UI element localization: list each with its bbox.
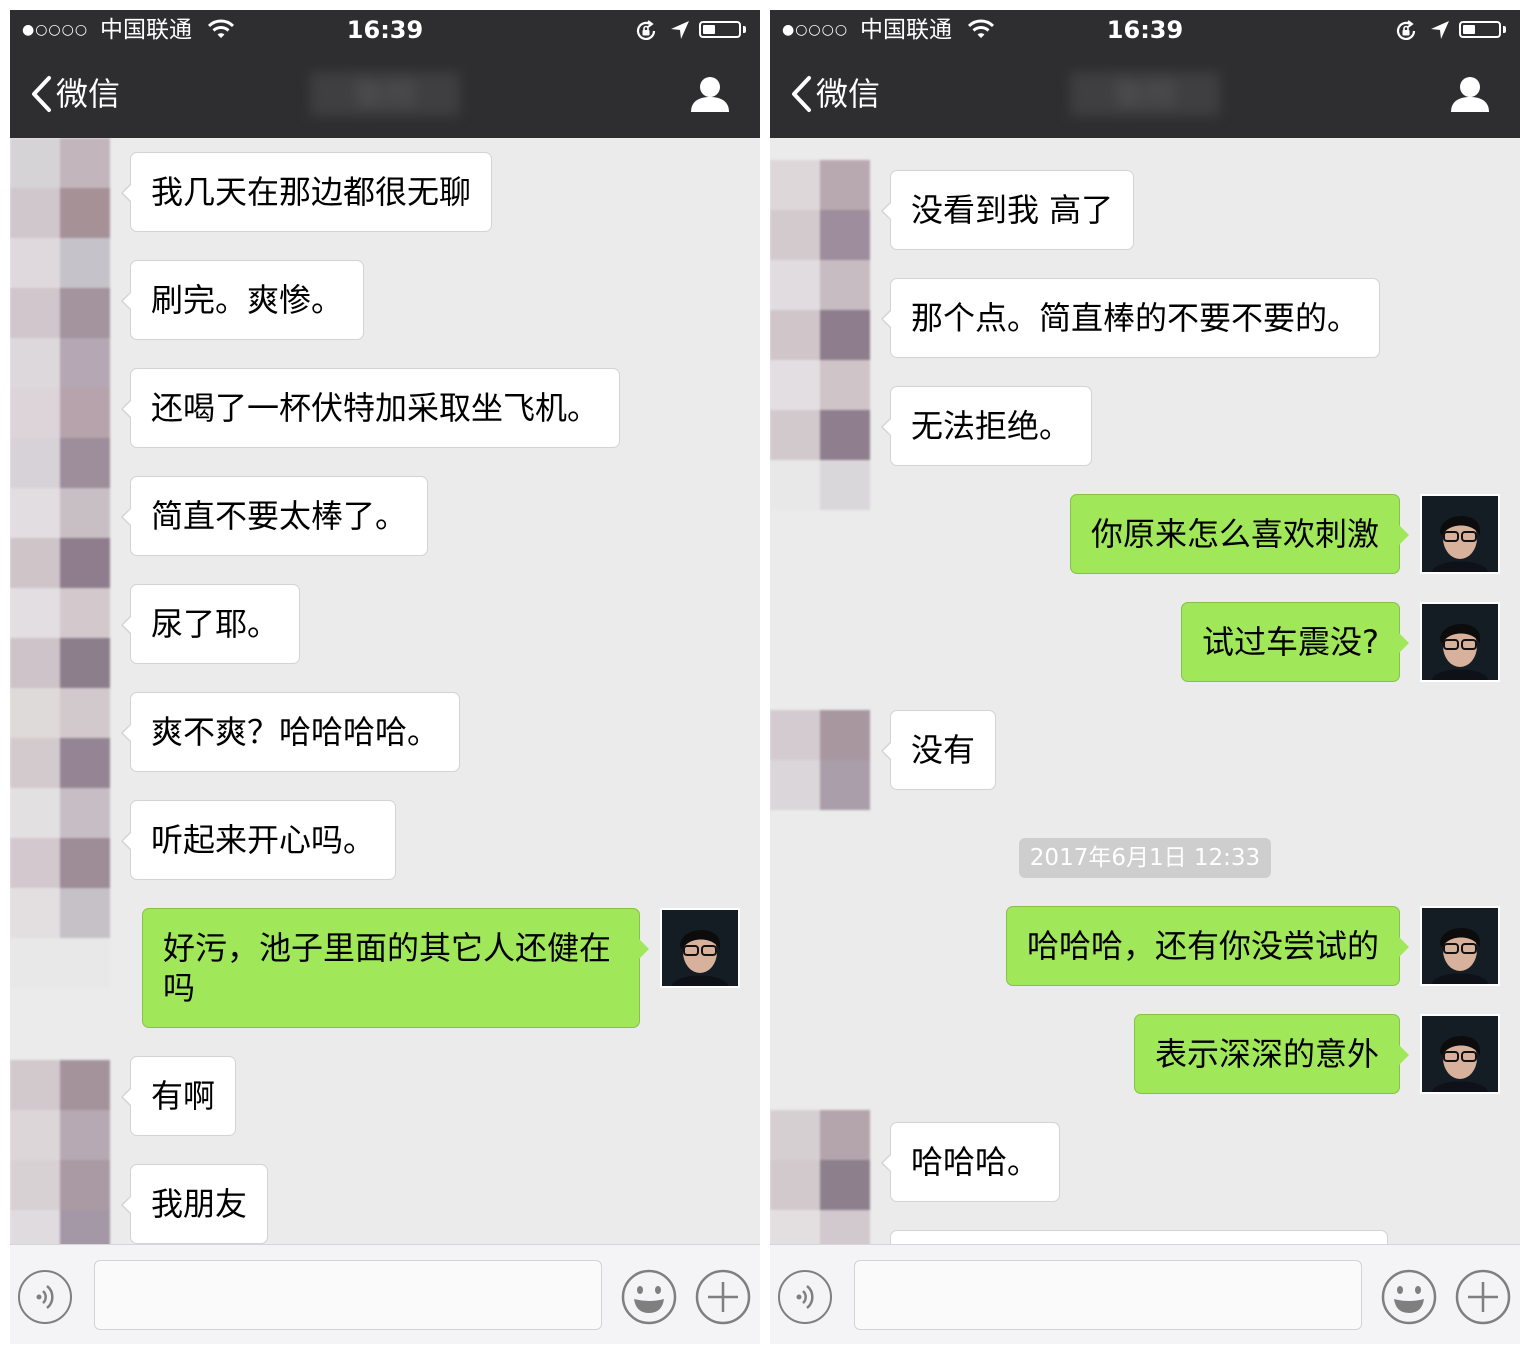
message-bubble[interactable]: 刷完。爽惨。 [120, 260, 365, 340]
status-bar: ●○○○○ 中国联通 16:39 [770, 10, 1520, 50]
message-list: 我几天在那边都很无聊 刷完。爽惨。 还喝了一杯伏特加采取坐飞机。 简直不要太棒了… [10, 138, 760, 1244]
input-toolbar [770, 1244, 1520, 1344]
user-photo [1422, 604, 1498, 680]
emoji-icon[interactable] [1381, 1269, 1437, 1325]
back-label: 微信 [56, 75, 121, 113]
user-photo [1422, 496, 1498, 572]
contact-name: 张欣 [1070, 72, 1220, 116]
rotation-lock-icon [1396, 20, 1416, 40]
message-row: 哈哈哈，还有你没尝试的 [770, 906, 1520, 986]
blurred-avatar-column [770, 1110, 870, 1244]
message-bubble[interactable]: 没看到我 高了 [880, 170, 1135, 250]
blurred-avatar-column [10, 138, 110, 988]
plus-icon[interactable] [1455, 1269, 1511, 1325]
message-bubble[interactable]: 哈哈哈，还有你没尝试的 [1005, 906, 1410, 986]
message-bubble[interactable]: 我几天在那边都很无聊 [120, 152, 493, 232]
avatar[interactable] [1420, 494, 1500, 574]
voice-button[interactable] [18, 1270, 72, 1324]
message-bubble[interactable]: 听起来开心吗。 [120, 800, 397, 880]
user-photo [1422, 908, 1498, 984]
rotation-lock-icon [636, 20, 656, 40]
person-icon[interactable] [690, 76, 730, 112]
message-bubble[interactable]: 爽不爽？哈哈哈哈。 [120, 692, 461, 772]
message-input[interactable] [94, 1260, 602, 1330]
nav-bar: 微信 张欣 [10, 50, 760, 138]
message-bubble[interactable]: 试过车震没? [1181, 602, 1409, 682]
back-button[interactable]: 微信 [30, 72, 120, 116]
message-row: 你原来怎么喜欢刺激 [770, 494, 1520, 574]
timestamp: 2017年6月1日 12:33 [770, 838, 1520, 878]
message-bubble[interactable]: 那个点。简直棒的不要不要的。 [880, 278, 1381, 358]
message-list: 没看到我 高了 那个点。简直棒的不要不要的。 无法拒绝。 你原来怎么喜欢刺激 试… [770, 138, 1520, 1244]
voice-button[interactable] [778, 1270, 832, 1324]
person-icon[interactable] [1450, 76, 1490, 112]
message-bubble[interactable]: 无法拒绝。 [880, 386, 1093, 466]
avatar[interactable] [1420, 602, 1500, 682]
message-bubble[interactable]: 简直不要太棒了。 [120, 476, 429, 556]
battery-icon [699, 21, 741, 38]
blurred-avatar-column [10, 1060, 110, 1244]
status-bar: ●○○○○ 中国联通 16:39 [10, 10, 760, 50]
battery-icon [1459, 21, 1501, 38]
chevron-left-icon [32, 76, 51, 112]
plus-icon[interactable] [695, 1269, 751, 1325]
avatar[interactable] [1420, 1014, 1500, 1094]
message-row: 表示深深的意外 [770, 1014, 1520, 1094]
chat-screen-left: ●○○○○ 中国联通 16:39 微信 张欣 我几天在那边都很无聊 刷完。爽惨。… [10, 10, 760, 1344]
message-row: 好污，池子里面的其它人还健在吗 [10, 908, 760, 1028]
avatar[interactable] [1420, 906, 1500, 986]
blurred-avatar-column [770, 160, 870, 510]
message-bubble[interactable]: 哈哈哈。 [880, 1122, 1061, 1202]
location-arrow-icon [1431, 21, 1449, 39]
message-row: 试过车震没? [770, 602, 1520, 682]
contact-name: 张欣 [310, 72, 460, 116]
message-bubble[interactable]: 我朋友 [120, 1164, 269, 1244]
user-photo [662, 910, 738, 986]
location-arrow-icon [671, 21, 689, 39]
timestamp-label: 2017年6月1日 12:33 [1018, 838, 1272, 878]
chat-screen-right: ●○○○○ 中国联通 16:39 微信 张欣 没看到我 高了 那个点。简直棒的不… [770, 10, 1520, 1344]
avatar[interactable] [660, 908, 740, 988]
input-toolbar [10, 1244, 760, 1344]
message-bubble-partial[interactable] [890, 1230, 1388, 1244]
back-button[interactable]: 微信 [790, 72, 880, 116]
message-bubble[interactable]: 没有 [880, 710, 997, 790]
message-input[interactable] [854, 1260, 1362, 1330]
message-bubble[interactable]: 你原来怎么喜欢刺激 [1069, 494, 1410, 574]
message-bubble[interactable]: 好污，池子里面的其它人还健在吗 [142, 908, 649, 1028]
blurred-avatar-column [770, 710, 870, 810]
message-bubble[interactable]: 尿了耶。 [120, 584, 301, 664]
voice-icon [796, 1285, 814, 1309]
chevron-left-icon [792, 76, 811, 112]
voice-icon [36, 1285, 54, 1309]
message-bubble[interactable]: 有啊 [120, 1056, 237, 1136]
message-bubble[interactable]: 表示深深的意外 [1133, 1014, 1410, 1094]
nav-bar: 微信 张欣 [770, 50, 1520, 138]
user-photo [1422, 1016, 1498, 1092]
message-bubble[interactable]: 还喝了一杯伏特加采取坐飞机。 [120, 368, 621, 448]
emoji-icon[interactable] [621, 1269, 677, 1325]
back-label: 微信 [816, 75, 881, 113]
